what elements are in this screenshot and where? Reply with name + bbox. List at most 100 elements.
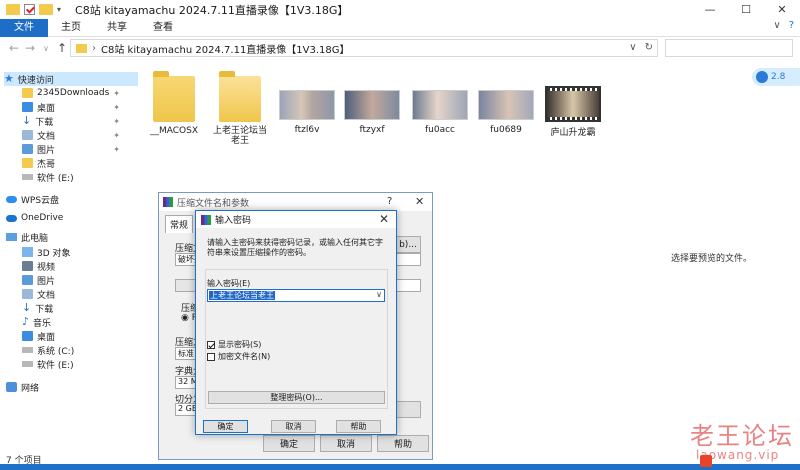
address-input[interactable]: › C8站 kitayamachu 2024.7.11直播录像【1V3.18G】… [70,39,658,57]
dialog-title-bar: 输入密码 ✕ [196,211,396,228]
file-item-fu0689[interactable]: fu0689 [476,90,536,135]
video-thumbnail [279,90,335,120]
properties-icon[interactable] [24,4,35,15]
taskbar-strip [0,464,800,470]
sidebar-item-2345downloads[interactable]: 2345Downloads ✦ [22,86,134,100]
sidebar-item-label: WPS云盘 [21,195,60,206]
ribbon-tabs: 文件 主页 共享 查看 ∨ ? [0,18,800,37]
sidebar-item-pictures-pc[interactable]: 图片 [22,273,55,287]
address-separator[interactable]: › [92,43,96,54]
checkbox-checked-icon[interactable] [207,340,215,349]
profile-select[interactable] [395,279,421,292]
help-button[interactable]: 帮助 [377,435,429,452]
folder-icon [219,71,261,122]
sidebar-item-network[interactable]: 网络 [6,380,39,394]
sidebar-item-label: 此电脑 [21,233,49,244]
dialog-title: 压缩文件名和参数 [177,198,250,209]
close-button[interactable]: ✕ [764,0,800,19]
recent-locations-button[interactable]: ∨ [38,44,54,53]
sidebar-item-3d-objects[interactable]: 3D 对象 [22,245,71,259]
sidebar-item-drive-e[interactable]: 软件 (E:) [22,170,74,184]
cloud-sync-badge[interactable]: 2.8 [752,68,800,86]
cancel-button[interactable]: 取消 [320,435,372,452]
cancel-button[interactable]: 取消 [271,420,316,433]
close-icon[interactable]: ✕ [415,195,424,208]
tab-home[interactable]: 主页 [48,19,94,37]
file-item-fu0acc[interactable]: fu0acc [410,90,470,135]
address-dropdown-icon[interactable]: ∨ [629,42,636,53]
sidebar-item-onedrive[interactable]: OneDrive [6,211,63,225]
password-dialog: 输入密码 ✕ 请输入主密码来获得密码记录，或输入任何其它字符串来设置压缩操作的密… [195,210,397,435]
sidebar-item-this-pc[interactable]: 此电脑 [6,230,48,244]
search-input[interactable] [665,39,793,57]
file-item-ftzl6v[interactable]: ftzl6v [277,90,337,135]
network-icon [6,382,17,392]
sogou-input-icon[interactable] [700,455,712,467]
update-mode-select[interactable] [395,253,421,266]
title-bar: ▾ C8站 kitayamachu 2024.7.11直播录像【1V3.18G】… [0,0,800,19]
ribbon-collapse-icon[interactable]: ∨ [773,20,780,31]
maximize-button[interactable]: ☐ [728,0,764,19]
sidebar-item-downloads[interactable]: ↓ 下载 ✦ [22,114,134,128]
address-path[interactable]: C8站 kitayamachu 2024.7.11直播录像【1V3.18G】 [101,41,350,56]
video-thumbnail [478,90,534,120]
sidebar-item-label: 音乐 [33,318,52,329]
pin-icon: ✦ [113,130,120,140]
sidebar-item-label: 杰哥 [37,159,56,170]
sidebar-item-desktop-pc[interactable]: 桌面 [22,329,55,343]
help-icon[interactable]: ? [789,20,794,31]
close-icon[interactable]: ✕ [379,212,389,226]
file-name: 庐山升龙霸 [550,128,596,138]
help-button[interactable]: 帮助 [336,420,381,433]
password-input[interactable]: 上老王论坛当老王 ∨ [207,289,385,302]
music-icon: ♪ [22,315,30,328]
file-item-laowang-folder[interactable]: 上老王论坛当老王 [210,71,270,146]
ok-button[interactable]: 确定 [263,435,315,452]
file-item-lushan[interactable]: 庐山升龙霸 [542,86,604,138]
back-button[interactable]: ← [6,41,22,55]
download-icon: ↓ [22,301,32,314]
sidebar-item-quick-access[interactable]: ★ 快速访问 [4,72,138,86]
ok-button[interactable]: 确定 [203,420,248,433]
up-button[interactable]: ↑ [54,41,70,55]
sidebar-item-music[interactable]: ♪ 音乐 [22,315,51,329]
browse-button[interactable]: b)... [395,236,421,253]
picture-icon [22,275,33,285]
3d-icon [22,247,33,257]
show-password-checkbox[interactable]: 显示密码(S) [207,339,261,350]
sidebar-item-videos[interactable]: 视频 [22,259,55,273]
sidebar-item-drive-e-pc[interactable]: 软件 (E:) [22,357,74,371]
tab-general[interactable]: 常规 [165,215,194,233]
sidebar-item-documents[interactable]: 文档 ✦ [22,128,134,142]
minimize-button[interactable]: — [692,0,728,19]
sidebar-item-drive-c[interactable]: 系统 (C:) [22,343,74,357]
forward-button[interactable]: → [22,41,38,55]
sidebar-item-jiege[interactable]: 杰哥 [22,156,55,170]
set-password-button[interactable] [395,401,421,418]
watermark-text: 老王论坛 [690,422,794,450]
organize-passwords-button[interactable]: 整理密码(O)... [208,391,385,404]
chevron-down-icon[interactable]: ▾ [57,5,61,14]
pc-icon [6,233,17,241]
sidebar-item-downloads-pc[interactable]: ↓ 下载 [22,301,53,315]
tab-share[interactable]: 共享 [94,19,140,37]
checkbox-label: 加密文件名(N) [218,352,271,361]
encrypt-filenames-checkbox[interactable]: 加密文件名(N) [207,351,270,362]
tab-view[interactable]: 查看 [140,19,186,37]
dialog-title-bar: 压缩文件名和参数 ? ✕ [159,193,432,211]
new-folder-icon[interactable] [39,4,53,15]
refresh-icon[interactable]: ↻ [645,42,653,53]
preview-pane-message: 选择要预览的文件。 [671,254,753,264]
file-item-ftzyxf[interactable]: ftzyxf [342,90,402,135]
checkbox-unchecked-icon[interactable] [207,352,215,361]
sidebar-item-label: 3D 对象 [37,248,71,259]
sidebar-item-documents-pc[interactable]: 文档 [22,287,55,301]
chevron-down-icon[interactable]: ∨ [376,290,382,299]
download-icon: ↓ [22,114,32,127]
file-item-macosx[interactable]: __MACOSX [148,71,200,136]
help-icon[interactable]: ? [387,196,392,207]
sidebar-item-desktop[interactable]: 桌面 ✦ [22,100,134,114]
sidebar-item-wps-cloud[interactable]: WPS云盘 [6,192,59,206]
tab-file[interactable]: 文件 [0,18,48,37]
sidebar-item-pictures[interactable]: 图片 ✦ [22,142,134,156]
